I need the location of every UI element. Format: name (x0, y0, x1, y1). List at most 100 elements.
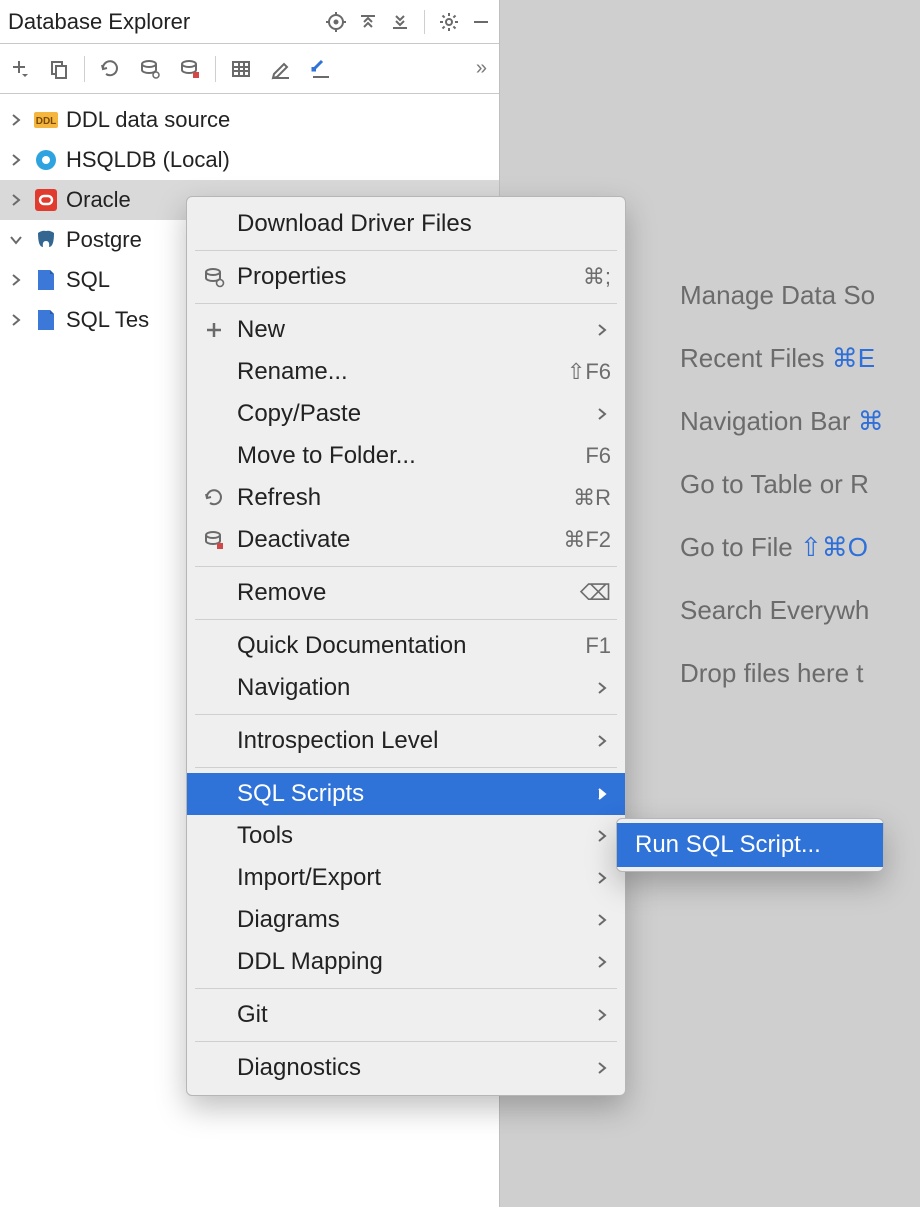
menu-item-label: Quick Documentation (229, 632, 585, 660)
chevron-right-icon[interactable] (6, 310, 26, 330)
submenu-item[interactable]: Run SQL Script... (617, 823, 883, 867)
menu-shortcut: ⇧F6 (567, 359, 611, 385)
menu-item-label: Copy/Paste (229, 400, 593, 428)
refresh-icon[interactable] (95, 54, 125, 84)
datasource-label: Oracle (66, 187, 131, 213)
edit-icon[interactable] (266, 54, 296, 84)
menu-item[interactable]: New (187, 309, 625, 351)
menu-item[interactable]: Quick DocumentationF1 (187, 625, 625, 667)
menu-item[interactable]: Copy/Paste (187, 393, 625, 435)
props-icon (199, 266, 229, 288)
datasource-label: DDL data source (66, 107, 230, 133)
chevron-right-icon[interactable] (6, 150, 26, 170)
menu-item-label: Tools (229, 822, 593, 850)
menu-item-label: Diagnostics (229, 1054, 593, 1082)
oracle-icon (34, 188, 58, 212)
datasource-row[interactable]: HSQLDB (Local) (0, 140, 499, 180)
menu-shortcut: ⌘R (573, 485, 611, 511)
menu-item[interactable]: Diagrams (187, 899, 625, 941)
hide-icon[interactable] (469, 10, 493, 34)
menu-item[interactable]: Git (187, 994, 625, 1036)
copy-icon[interactable] (44, 54, 74, 84)
menu-item[interactable]: Deactivate⌘F2 (187, 519, 625, 561)
menu-item[interactable]: Rename...⇧F6 (187, 351, 625, 393)
menu-shortcut: F1 (585, 633, 611, 659)
panel-title-toolbar (324, 10, 495, 34)
submenu-arrow-icon (593, 787, 611, 801)
menu-separator (195, 767, 617, 768)
expand-all-icon[interactable] (356, 10, 380, 34)
menu-separator (195, 303, 617, 304)
menu-shortcut: F6 (585, 443, 611, 469)
menu-item-label: Remove (229, 579, 580, 607)
submenu-arrow-icon (593, 1008, 611, 1022)
plus-icon (199, 321, 229, 339)
deactivate-icon[interactable] (175, 54, 205, 84)
menu-separator (195, 714, 617, 715)
menu-item-label: Move to Folder... (229, 442, 585, 470)
chevron-right-icon[interactable] (6, 190, 26, 210)
menu-item-label: Rename... (229, 358, 567, 386)
datasource-settings-icon[interactable] (135, 54, 165, 84)
jump-to-console-icon[interactable] (306, 54, 336, 84)
hint-recent-files: Recent Files ⌘E (680, 343, 884, 374)
table-icon[interactable] (226, 54, 256, 84)
menu-item-label: Navigation (229, 674, 593, 702)
hint-manage-data-sources: Manage Data So (680, 280, 884, 311)
menu-item[interactable]: Refresh⌘R (187, 477, 625, 519)
hsqldb-icon (34, 148, 58, 172)
chevron-right-icon[interactable] (6, 110, 26, 130)
menu-item-label: Diagrams (229, 906, 593, 934)
menu-item[interactable]: DDL Mapping (187, 941, 625, 983)
menu-item-label: SQL Scripts (229, 780, 593, 808)
menu-item-label: Git (229, 1001, 593, 1029)
chevron-right-icon[interactable] (6, 270, 26, 290)
menu-item[interactable]: Introspection Level (187, 720, 625, 762)
gear-icon[interactable] (437, 10, 461, 34)
menu-separator (195, 1041, 617, 1042)
submenu-arrow-icon (593, 955, 611, 969)
script-icon (34, 308, 58, 332)
panel-toolbar: » (0, 44, 499, 94)
panel-title-bar: Database Explorer (0, 0, 499, 44)
menu-separator (195, 988, 617, 989)
datasource-context-menu: Download Driver Files Properties⌘; New Rena… (186, 196, 626, 1096)
add-icon[interactable] (4, 54, 34, 84)
menu-separator (195, 566, 617, 567)
submenu-arrow-icon (593, 734, 611, 748)
menu-item[interactable]: Download Driver Files (187, 203, 625, 245)
toolbar-overflow-icon[interactable]: » (476, 57, 495, 80)
chevron-down-icon[interactable] (6, 230, 26, 250)
datasource-label: HSQLDB (Local) (66, 147, 230, 173)
target-icon[interactable] (324, 10, 348, 34)
datasource-row[interactable]: DDL DDL data source (0, 100, 499, 140)
menu-item[interactable]: Tools (187, 815, 625, 857)
menu-item-label: Deactivate (229, 526, 563, 554)
hint-search-everywhere: Search Everywh (680, 595, 884, 626)
script-icon (34, 268, 58, 292)
menu-item[interactable]: Properties⌘; (187, 256, 625, 298)
menu-shortcut: ⌫ (580, 580, 611, 606)
sql-scripts-submenu: Run SQL Script... (616, 818, 884, 872)
submenu-arrow-icon (593, 323, 611, 337)
submenu-item-label: Run SQL Script... (635, 831, 865, 859)
menu-item[interactable]: Diagnostics (187, 1047, 625, 1089)
menu-item-label: Download Driver Files (229, 210, 611, 238)
collapse-all-icon[interactable] (388, 10, 412, 34)
menu-item-label: Properties (229, 263, 583, 291)
hint-go-to-file: Go to File ⇧⌘O (680, 532, 884, 563)
postgres-icon (34, 228, 58, 252)
hint-go-to-table: Go to Table or R (680, 469, 884, 500)
menu-item-label: DDL Mapping (229, 948, 593, 976)
menu-item[interactable]: SQL Scripts (187, 773, 625, 815)
submenu-arrow-icon (593, 871, 611, 885)
deact-icon (199, 529, 229, 551)
menu-item-label: New (229, 316, 593, 344)
menu-item[interactable]: Navigation (187, 667, 625, 709)
menu-item[interactable]: Move to Folder...F6 (187, 435, 625, 477)
menu-item[interactable]: Import/Export (187, 857, 625, 899)
separator-icon (424, 10, 425, 34)
menu-shortcut: ⌘; (583, 264, 611, 290)
menu-item[interactable]: Remove⌫ (187, 572, 625, 614)
ddl-icon: DDL (34, 108, 58, 132)
